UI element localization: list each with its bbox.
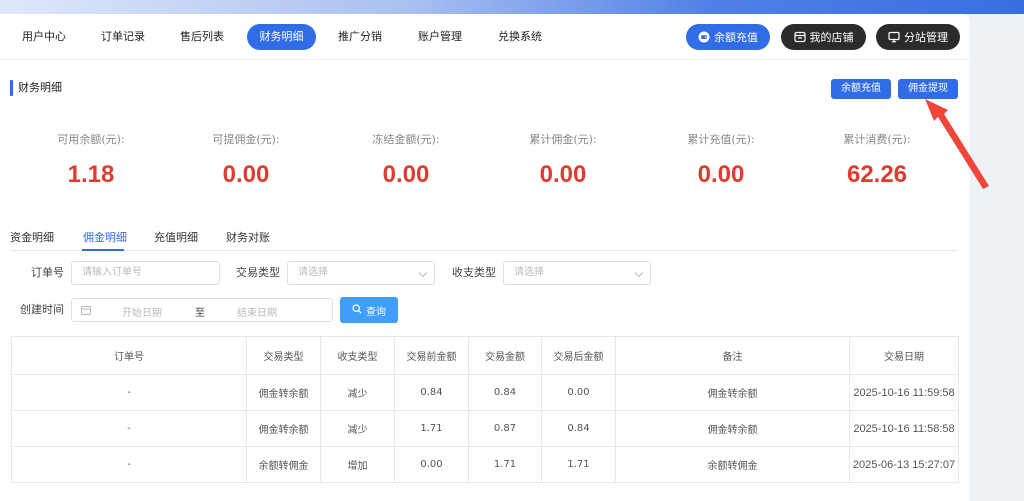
nav-tab-finance-details[interactable]: 财务明细 [247, 24, 316, 50]
calendar-icon [81, 305, 91, 318]
right-gutter [970, 14, 1024, 501]
nav-tab-order-records[interactable]: 订单记录 [90, 24, 156, 50]
nav-tab-account-management[interactable]: 账户管理 [407, 24, 473, 50]
store-icon [793, 31, 806, 43]
cell-inout-type: 增加 [320, 446, 395, 483]
tab-recharge-details[interactable]: 充值明细 [154, 229, 198, 245]
chevron-down-icon [418, 268, 428, 278]
my-store-button[interactable]: 我的店铺 [781, 24, 866, 50]
cell-before-amount: 0.84 [394, 374, 469, 411]
balance-recharge-nav-label: 余额充值 [714, 31, 758, 44]
monitor-icon [888, 31, 900, 43]
cell-after-amount: 1.71 [541, 446, 616, 483]
column-header: 收支类型 [320, 336, 395, 375]
cell-order-no: - [11, 446, 247, 483]
stat-label-total-commission: 累计佣金(元): [529, 133, 597, 146]
column-header: 订单号 [11, 336, 247, 375]
stat-label-frozen-amount: 冻结金额(元): [372, 133, 440, 146]
stat-value-total-commission: 0.00 [539, 161, 587, 188]
table-row: - 余额转佣金 增加 0.00 1.71 1.71 余额转佣金 2025-06-… [11, 446, 959, 483]
cell-before-amount: 0.00 [394, 446, 469, 483]
order-no-label: 订单号 [31, 266, 64, 279]
sub-tabs: 资金明细 佣金明细 充值明细 财务对账 [10, 225, 958, 251]
query-button[interactable]: 查询 [340, 297, 398, 323]
cell-order-no: - [11, 410, 247, 447]
cell-remark: 佣金转余额 [615, 374, 850, 411]
query-label: 查询 [366, 306, 386, 318]
trade-type-placeholder: 请选择 [298, 267, 328, 278]
order-no-input[interactable]: 请输入订单号 [71, 261, 220, 285]
table-row: - 佣金转余额 减少 0.84 0.84 0.00 佣金转余额 2025-10-… [11, 374, 959, 411]
stat-label-available-balance: 可用余额(元): [57, 133, 125, 146]
tab-commission-details[interactable]: 佣金明细 [83, 229, 127, 245]
main-card: 用户中心 订单记录 售后列表 财务明细 推广分销 账户管理 兑换系统 余额充值 … [0, 14, 970, 501]
active-tab-underline [82, 249, 124, 251]
tab-finance-reconciliation[interactable]: 财务对账 [226, 229, 270, 245]
top-banner-strip [0, 0, 1024, 14]
wallet-icon [698, 31, 710, 43]
column-header: 备注 [615, 336, 850, 375]
cell-trade-type: 余额转佣金 [246, 446, 321, 483]
cell-after-amount: 0.00 [541, 374, 616, 411]
substation-management-button[interactable]: 分站管理 [876, 24, 960, 50]
trade-type-label: 交易类型 [236, 266, 280, 279]
cell-amount: 0.84 [468, 374, 542, 411]
nav-tab-exchange-system[interactable]: 兑换系统 [487, 24, 553, 50]
search-icon [352, 303, 362, 317]
tab-fund-details[interactable]: 资金明细 [10, 229, 54, 245]
range-separator: 至 [195, 308, 205, 319]
table-row: - 佣金转余额 减少 1.71 0.87 0.84 佣金转余额 2025-10-… [11, 410, 959, 447]
start-date-input[interactable]: 开始日期 [122, 304, 162, 319]
stat-label-withdrawable-commission: 可提佣金(元): [212, 133, 280, 146]
cell-date: 2025-10-16 11:58:58 [849, 410, 959, 447]
balance-recharge-nav-button[interactable]: 余额充值 [686, 24, 770, 50]
cell-date: 2025-06-13 15:27:07 [849, 446, 959, 483]
cell-amount: 0.87 [468, 410, 542, 447]
cell-trade-type: 佣金转余额 [246, 410, 321, 447]
column-header: 交易前金额 [394, 336, 469, 375]
my-store-label: 我的店铺 [809, 31, 854, 44]
balance-recharge-button[interactable]: 余额充值 [831, 79, 891, 99]
stat-value-total-spend: 62.26 [846, 161, 908, 188]
stat-label-total-recharge: 累计充值(元): [687, 133, 755, 146]
chevron-down-icon [634, 268, 644, 278]
stat-value-frozen-amount: 0.00 [382, 161, 430, 188]
cell-inout-type: 减少 [320, 374, 395, 411]
stat-label-total-spend: 累计消费(元): [843, 133, 911, 146]
created-time-label: 创建时间 [20, 303, 64, 316]
column-header: 交易后金额 [541, 336, 616, 375]
inout-type-label: 收支类型 [452, 266, 496, 279]
substation-management-label: 分站管理 [904, 31, 948, 44]
cell-trade-type: 佣金转余额 [246, 374, 321, 411]
column-header: 交易日期 [849, 336, 959, 375]
cell-date: 2025-10-16 11:59:58 [849, 374, 959, 411]
nav-tab-after-sales[interactable]: 售后列表 [170, 24, 234, 50]
top-nav: 用户中心 订单记录 售后列表 财务明细 推广分销 账户管理 兑换系统 余额充值 … [0, 14, 970, 60]
date-range-picker[interactable]: 开始日期 至 结束日期 [71, 298, 333, 322]
column-header: 交易金额 [468, 336, 542, 375]
cell-remark: 余额转佣金 [615, 446, 850, 483]
page-title: 财务明细 [18, 81, 62, 94]
column-header: 交易类型 [246, 336, 321, 375]
nav-tab-promotion[interactable]: 推广分销 [328, 24, 392, 50]
cell-before-amount: 1.71 [394, 410, 469, 447]
inout-type-placeholder: 请选择 [514, 267, 544, 278]
cell-inout-type: 减少 [320, 410, 395, 447]
trade-type-select[interactable]: 请选择 [287, 261, 435, 285]
cell-after-amount: 0.84 [541, 410, 616, 447]
inout-type-select[interactable]: 请选择 [503, 261, 651, 285]
cell-order-no: - [11, 374, 247, 411]
commission-withdraw-button[interactable]: 佣金提现 [898, 79, 958, 99]
commission-table: 订单号 交易类型 收支类型 交易前金额 交易金额 交易后金额 备注 交易日期 -… [11, 336, 959, 483]
stat-value-total-recharge: 0.00 [697, 161, 745, 188]
section-accent-bar [10, 80, 13, 96]
stat-value-withdrawable-commission: 0.00 [222, 161, 270, 188]
stat-value-available-balance: 1.18 [67, 161, 115, 188]
end-date-input[interactable]: 结束日期 [237, 304, 277, 319]
cell-amount: 1.71 [468, 446, 542, 483]
cell-remark: 佣金转余额 [615, 410, 850, 447]
nav-tab-user-center[interactable]: 用户中心 [12, 24, 76, 50]
table-header-row: 订单号 交易类型 收支类型 交易前金额 交易金额 交易后金额 备注 交易日期 [11, 336, 959, 375]
